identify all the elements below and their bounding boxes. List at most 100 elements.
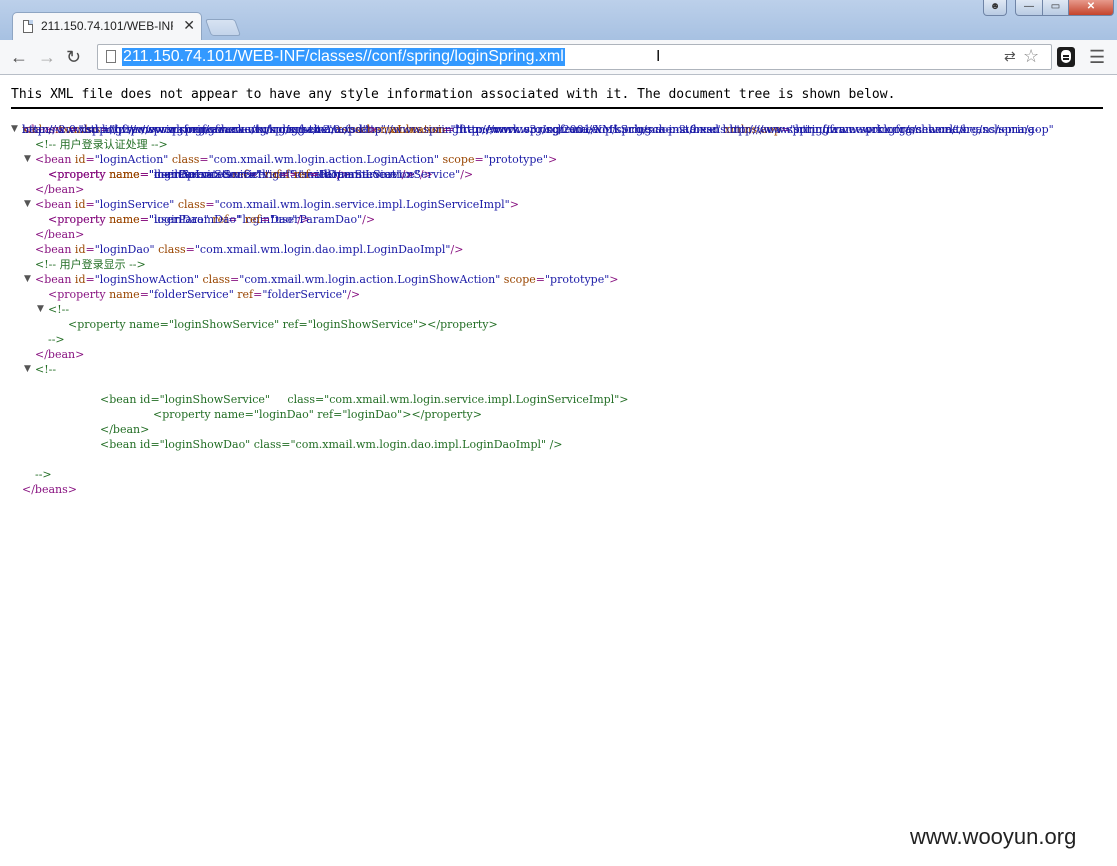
attr-name: id xyxy=(74,243,86,256)
xml-line: <bean id="loginShowAction" class="com.xm… xyxy=(35,272,619,287)
attr-name: class xyxy=(158,243,186,256)
eq: = xyxy=(474,153,484,166)
attr-value: "folderService" xyxy=(262,288,348,301)
attr-name: name xyxy=(109,168,140,181)
tab-title: 211.150.74.101/WEB-INF xyxy=(41,19,173,33)
xml-line: </bean> xyxy=(35,182,84,197)
xml-comment: <!-- xyxy=(48,303,70,316)
eq: = xyxy=(85,273,95,286)
xml-comment: <!-- xyxy=(35,363,57,376)
back-button[interactable]: ← xyxy=(10,47,28,68)
xml-line: <property name="domainLocationService" r… xyxy=(48,167,473,182)
anonymous-mask-icon[interactable] xyxy=(1057,47,1075,67)
reload-button[interactable]: ↻ xyxy=(66,47,81,68)
eq: = xyxy=(253,288,263,301)
xml-comment: <property name="loginDao" ref="loginDao"… xyxy=(153,408,482,421)
eq: = xyxy=(309,168,319,181)
closing-tag: </bean> xyxy=(35,183,85,196)
hamburger-menu-icon[interactable]: ☰ xyxy=(1089,47,1105,68)
tag-name: <bean xyxy=(35,153,75,166)
attr-name: id xyxy=(74,198,86,211)
collapse-triangle-icon[interactable]: ▼ xyxy=(24,362,31,377)
attr-value: "prototype" xyxy=(545,273,610,286)
tag-end: > xyxy=(367,123,378,136)
eq: = xyxy=(85,198,95,211)
tag-name: <bean xyxy=(35,273,75,286)
xml-line: <property name="folderService" ref="fold… xyxy=(48,287,360,302)
eq: = xyxy=(260,213,270,226)
minimize-button[interactable]: — xyxy=(1015,0,1043,16)
attr-name: id xyxy=(74,273,86,286)
collapse-triangle-icon[interactable]: ▼ xyxy=(24,272,31,287)
xml-line: </bean> xyxy=(35,227,84,242)
tag-name: <property xyxy=(48,213,110,226)
browser-toolbar: ← → ↻ 211.150.74.101/WEB-INF/classes//co… xyxy=(0,40,1117,75)
new-tab-button[interactable] xyxy=(204,19,242,36)
collapse-triangle-icon[interactable]: ▼ xyxy=(11,122,18,137)
xml-comment: <bean id="loginShowDao" class="com.xmail… xyxy=(100,438,563,451)
attr-value: "com.xmail.wm.login.dao.impl.LoginDaoImp… xyxy=(194,243,451,256)
xml-line: </bean> xyxy=(35,347,84,362)
attr-value: "loginShowAction" xyxy=(94,273,200,286)
maximize-button[interactable]: ▭ xyxy=(1042,0,1069,16)
tag-end: > xyxy=(547,153,558,166)
attr-name: class xyxy=(202,273,231,286)
tab-current[interactable]: 211.150.74.101/WEB-INF ✕ xyxy=(12,12,202,40)
attr-name: id xyxy=(74,153,86,166)
close-window-button[interactable]: ✕ xyxy=(1068,0,1114,16)
xml-line: <!-- 用户登录显示 --> xyxy=(35,257,146,272)
attr-name: name xyxy=(109,213,140,226)
tag-end: /> xyxy=(460,168,474,181)
xml-comment: <!-- 用户登录显示 --> xyxy=(35,258,146,271)
xml-line: <bean id="loginShowService" class="com.x… xyxy=(100,392,629,407)
attr-value: "folderService" xyxy=(148,288,234,301)
title-bar: 211.150.74.101/WEB-INF ✕ ☻ — ▭ ✕ xyxy=(0,0,1117,40)
tag-end: > xyxy=(609,273,619,286)
url-text[interactable]: 211.150.74.101/WEB-INF/classes//conf/spr… xyxy=(122,48,565,66)
xml-line: <!-- 用户登录认证处理 --> xyxy=(35,137,168,152)
eq: = xyxy=(185,243,195,256)
attr-value: "userParamDao" xyxy=(148,213,242,226)
xml-line: <bean id="loginAction" class="com.xmail.… xyxy=(35,152,557,167)
attr-value: "com.xmail.wm.login.service.impl.LoginSe… xyxy=(214,198,510,211)
forward-button[interactable]: → xyxy=(38,47,56,68)
attr-value: "com.xmail.wm.login.action.LoginAction" xyxy=(208,153,439,166)
tag-name: <bean xyxy=(35,243,75,256)
user-icon[interactable]: ☻ xyxy=(983,0,1007,16)
xml-line: <property name="loginDao" ref="loginDao"… xyxy=(153,407,482,422)
attr-name: scope xyxy=(503,273,536,286)
xml-line: </bean> xyxy=(100,422,149,437)
collapse-triangle-icon[interactable]: ▼ xyxy=(24,152,31,167)
attr-value: "userParamDao" xyxy=(269,213,363,226)
xml-line: <bean id="loginDao" class="com.xmail.wm.… xyxy=(35,242,463,257)
tag-end: > xyxy=(509,198,519,211)
collapse-triangle-icon[interactable]: ▼ xyxy=(24,197,31,212)
xml-line: <property name="loginShowService" ref="l… xyxy=(68,317,498,332)
collapse-triangle-icon[interactable]: ▼ xyxy=(37,302,44,317)
xml-line: <property name="userParamDao" ref="userP… xyxy=(48,212,375,227)
tag-end: /> xyxy=(362,213,376,226)
attr-value: "loginService" xyxy=(94,198,175,211)
attr-value: "loginAction" xyxy=(94,153,169,166)
xml-line: <!-- xyxy=(48,302,69,317)
translate-icon[interactable]: ⇄ xyxy=(1004,48,1016,65)
xml-comment: --> xyxy=(48,333,65,346)
xml-line: --> xyxy=(48,332,65,347)
close-tab-icon[interactable]: ✕ xyxy=(183,17,195,34)
page-icon xyxy=(106,50,116,63)
attr-value: http://www.springframework.org/schema/tx… xyxy=(22,123,368,136)
xml-line: --> xyxy=(35,467,52,482)
xml-line: </beans> xyxy=(22,482,77,497)
bookmark-star-icon[interactable]: ☆ xyxy=(1023,46,1039,67)
tag-name: <bean xyxy=(35,198,75,211)
xml-comment: <property name="loginShowService" ref="l… xyxy=(68,318,498,331)
closing-tag: </bean> xyxy=(35,228,85,241)
tag-end: /> xyxy=(450,243,464,256)
attr-name: name xyxy=(109,288,140,301)
xml-line: <bean id="loginShowDao" class="com.xmail… xyxy=(100,437,563,452)
attr-value: "prototype" xyxy=(483,153,548,166)
attr-value: "domainLocationService" xyxy=(148,168,291,181)
xml-line: <bean id="loginService" class="com.xmail… xyxy=(35,197,519,212)
address-bar[interactable]: 211.150.74.101/WEB-INF/classes//conf/spr… xyxy=(97,44,1052,70)
eq: = xyxy=(535,273,545,286)
